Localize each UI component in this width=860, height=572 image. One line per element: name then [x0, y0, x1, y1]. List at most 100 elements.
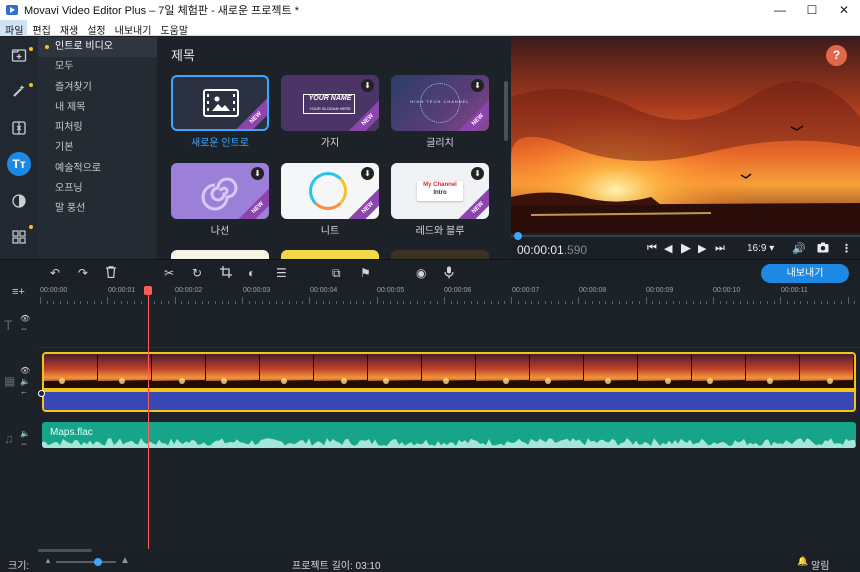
category-intro-video[interactable]: 인트로 비디오 — [38, 37, 157, 58]
rotate-icon[interactable]: ↻ — [192, 266, 202, 280]
export-button[interactable]: 내보내기 — [761, 264, 849, 283]
crop-icon[interactable] — [220, 266, 232, 281]
menu-edit[interactable]: 편집 — [27, 20, 54, 37]
video-frame-thumbnail — [800, 354, 854, 388]
volume-icon[interactable]: 🔊 — [792, 242, 806, 255]
color-adjust-icon[interactable]: ◐ — [248, 266, 255, 280]
filters-icon[interactable] — [7, 189, 31, 213]
snapshot-icon[interactable] — [817, 242, 829, 256]
webcam-record-icon[interactable]: ◉ — [416, 266, 426, 280]
category-artistic[interactable]: 예술적으로 — [38, 159, 157, 179]
import-icon[interactable] — [7, 43, 31, 67]
playhead[interactable] — [144, 286, 152, 549]
title-tile-spiral[interactable]: ⬇ NEW — [171, 163, 269, 219]
title-tile-partial[interactable] — [171, 250, 269, 259]
more-tools-icon[interactable] — [7, 225, 31, 249]
more-options-icon[interactable]: ⋮ — [841, 242, 852, 255]
app-logo-icon — [6, 5, 18, 15]
add-track-icon[interactable]: ≡+ — [12, 286, 25, 298]
cut-icon[interactable]: ✂ — [164, 266, 174, 280]
download-icon[interactable]: ⬇ — [251, 167, 264, 180]
minimize-button[interactable]: — — [764, 0, 796, 20]
zoom-in-icon[interactable]: ▲ — [120, 555, 130, 566]
link-icon[interactable]: ← — [20, 387, 28, 396]
download-icon[interactable]: ⬇ — [361, 79, 374, 92]
maximize-button[interactable]: ☐ — [796, 0, 828, 20]
title-tile-knit[interactable]: ⬇ NEW — [281, 163, 379, 219]
menu-file[interactable]: 파일 — [0, 20, 28, 37]
aspect-ratio-select[interactable]: 16:9 ▾ — [747, 243, 774, 254]
help-button[interactable]: ? — [826, 45, 847, 66]
delete-icon[interactable] — [106, 266, 116, 281]
link-icon[interactable]: ⇔ — [20, 324, 28, 333]
bell-icon[interactable]: 🔔 — [797, 556, 808, 567]
notifications-label[interactable]: 알림 — [811, 557, 829, 572]
titles-icon[interactable]: Tт — [7, 152, 31, 176]
gallery-scrollbar[interactable] — [504, 81, 508, 141]
marker-flag-icon[interactable]: ⚑ — [360, 266, 371, 280]
mute-icon[interactable]: 🔈 — [20, 429, 30, 438]
category-opening[interactable]: 오프닝 — [38, 179, 157, 199]
redo-icon[interactable]: ↷ — [78, 266, 88, 280]
menu-help[interactable]: 도움말 — [155, 20, 192, 37]
zoom-label: 크기: — [8, 561, 30, 572]
thumb-subtext: Intro — [433, 190, 447, 196]
clip-properties-icon[interactable]: ☰ — [276, 266, 287, 280]
close-button[interactable]: ✕ — [828, 0, 860, 20]
seek-knob[interactable] — [514, 232, 522, 240]
tile-label: 레드와 블루 — [415, 226, 465, 237]
category-all[interactable]: 모두 — [38, 57, 157, 77]
preview-seekbar[interactable] — [511, 232, 860, 240]
track-headers: ≡+ T 👁 ⇔ ▦ 👁 🔈 ← ♫ 🔈 ⇔ — [0, 286, 38, 552]
thumb-text: HIGH TECH CHANNEL — [410, 99, 470, 104]
undo-icon[interactable]: ↶ — [50, 266, 60, 280]
title-category-list: 인트로 비디오 모두 즐겨찾기 내 제목 피처링 기본 예술적으로 오프닝 말 … — [38, 37, 157, 259]
zoom-slider-knob[interactable] — [94, 558, 102, 566]
transitions-icon[interactable] — [7, 116, 31, 140]
category-my-titles[interactable]: 내 제목 — [38, 98, 157, 118]
download-icon[interactable]: ⬇ — [471, 167, 484, 180]
title-tile-red-and-blue[interactable]: My Channel Intro ⬇ NEW — [391, 163, 489, 219]
app-window: Movavi Video Editor Plus – 7일 체험판 - 새로운 … — [0, 0, 860, 572]
audio-track-icon: ♫ — [4, 431, 14, 446]
skip-end-icon[interactable]: ⏭ — [715, 242, 725, 255]
image-icon — [203, 89, 239, 117]
link-icon[interactable]: ⇔ — [20, 439, 28, 448]
visibility-icon[interactable]: 👁 — [20, 314, 30, 323]
window-title: Movavi Video Editor Plus – 7일 체험판 - 새로운 … — [24, 5, 299, 17]
video-frame-thumbnail — [314, 354, 368, 388]
category-featured[interactable]: 피처링 — [38, 118, 157, 138]
video-frame-thumbnail — [692, 354, 746, 388]
next-frame-icon[interactable]: ▶ — [698, 242, 706, 255]
zoom-slider[interactable] — [56, 558, 116, 566]
video-frame-thumbnail — [98, 354, 152, 388]
download-icon[interactable]: ⬇ — [471, 79, 484, 92]
menu-export[interactable]: 내보내기 — [110, 20, 156, 37]
category-speech-bubble[interactable]: 말 풍선 — [38, 199, 157, 219]
overlay-icon[interactable]: ⧉ — [332, 266, 341, 281]
mute-icon[interactable]: 🔈 — [20, 377, 30, 386]
clip-trim-handle[interactable] — [38, 390, 45, 397]
video-clip[interactable] — [42, 352, 856, 412]
visibility-icon[interactable]: 👁 — [20, 366, 30, 375]
new-indicator-dot — [29, 47, 33, 51]
title-tile-new-intro[interactable]: NEW — [171, 75, 269, 131]
microphone-icon[interactable] — [444, 266, 454, 282]
title-tile-glitch[interactable]: HIGH TECH CHANNEL ⬇ NEW — [391, 75, 489, 131]
title-tile-branch[interactable]: YOUR NAME YOUR SLOGAN HERE ⬇ NEW — [281, 75, 379, 131]
download-icon[interactable]: ⬇ — [361, 167, 374, 180]
title-tile-partial[interactable] — [281, 250, 379, 259]
audio-clip[interactable]: Maps.flac — [42, 422, 856, 448]
title-tile-partial[interactable] — [391, 250, 489, 259]
category-basic[interactable]: 기본 — [38, 138, 157, 158]
clip-area: Maps.flac — [38, 286, 860, 552]
zoom-out-icon[interactable]: ▲ — [44, 556, 52, 565]
skip-start-icon[interactable]: ⏮ — [647, 242, 657, 255]
menu-settings[interactable]: 설정 — [82, 20, 109, 37]
category-favorites[interactable]: 즐겨찾기 — [38, 78, 157, 98]
prev-frame-icon[interactable]: ◀ — [664, 242, 672, 255]
menu-playback[interactable]: 재생 — [55, 20, 82, 37]
preview-panel: ? 00:00:01.590 ⏮ ◀ ▶ ▶ ⏭ 16:9 ▾ 🔊 ⋮ — [511, 37, 860, 259]
magic-wand-icon[interactable] — [7, 79, 31, 103]
play-icon[interactable]: ▶ — [681, 240, 691, 256]
